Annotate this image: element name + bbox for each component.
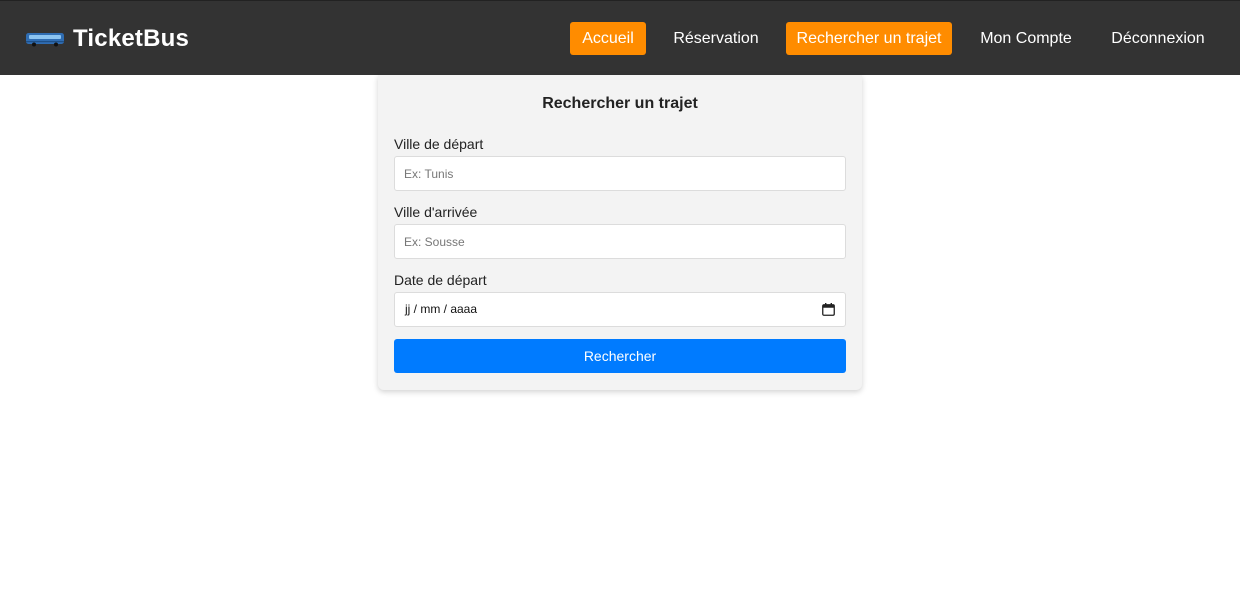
nav-deconnexion[interactable]: Déconnexion (1102, 22, 1214, 55)
top-navbar: TicketBus Accueil Réservation Rechercher… (0, 0, 1240, 75)
arrival-input[interactable] (394, 224, 846, 259)
nav-reservation[interactable]: Réservation (664, 22, 768, 55)
date-placeholder: jj / mm / aaaa (405, 302, 478, 316)
nav-rechercher-trajet[interactable]: Rechercher un trajet (786, 22, 952, 55)
date-label: Date de départ (394, 272, 487, 288)
bus-icon (26, 33, 64, 47)
calendar-icon[interactable] (822, 303, 835, 316)
brand[interactable]: TicketBus (25, 23, 189, 55)
nav-mon-compte[interactable]: Mon Compte (970, 22, 1082, 55)
search-card: Rechercher un trajet Ville de départ Vil… (378, 75, 862, 390)
date-input[interactable]: jj / mm / aaaa (394, 292, 846, 327)
search-button[interactable]: Rechercher (394, 339, 846, 373)
brand-name: TicketBus (73, 25, 190, 52)
search-title: Rechercher un trajet (542, 95, 698, 112)
departure-input[interactable] (394, 156, 846, 191)
arrival-label: Ville d'arrivée (394, 204, 478, 220)
nav-accueil[interactable]: Accueil (570, 22, 646, 55)
departure-label: Ville de départ (394, 136, 484, 152)
